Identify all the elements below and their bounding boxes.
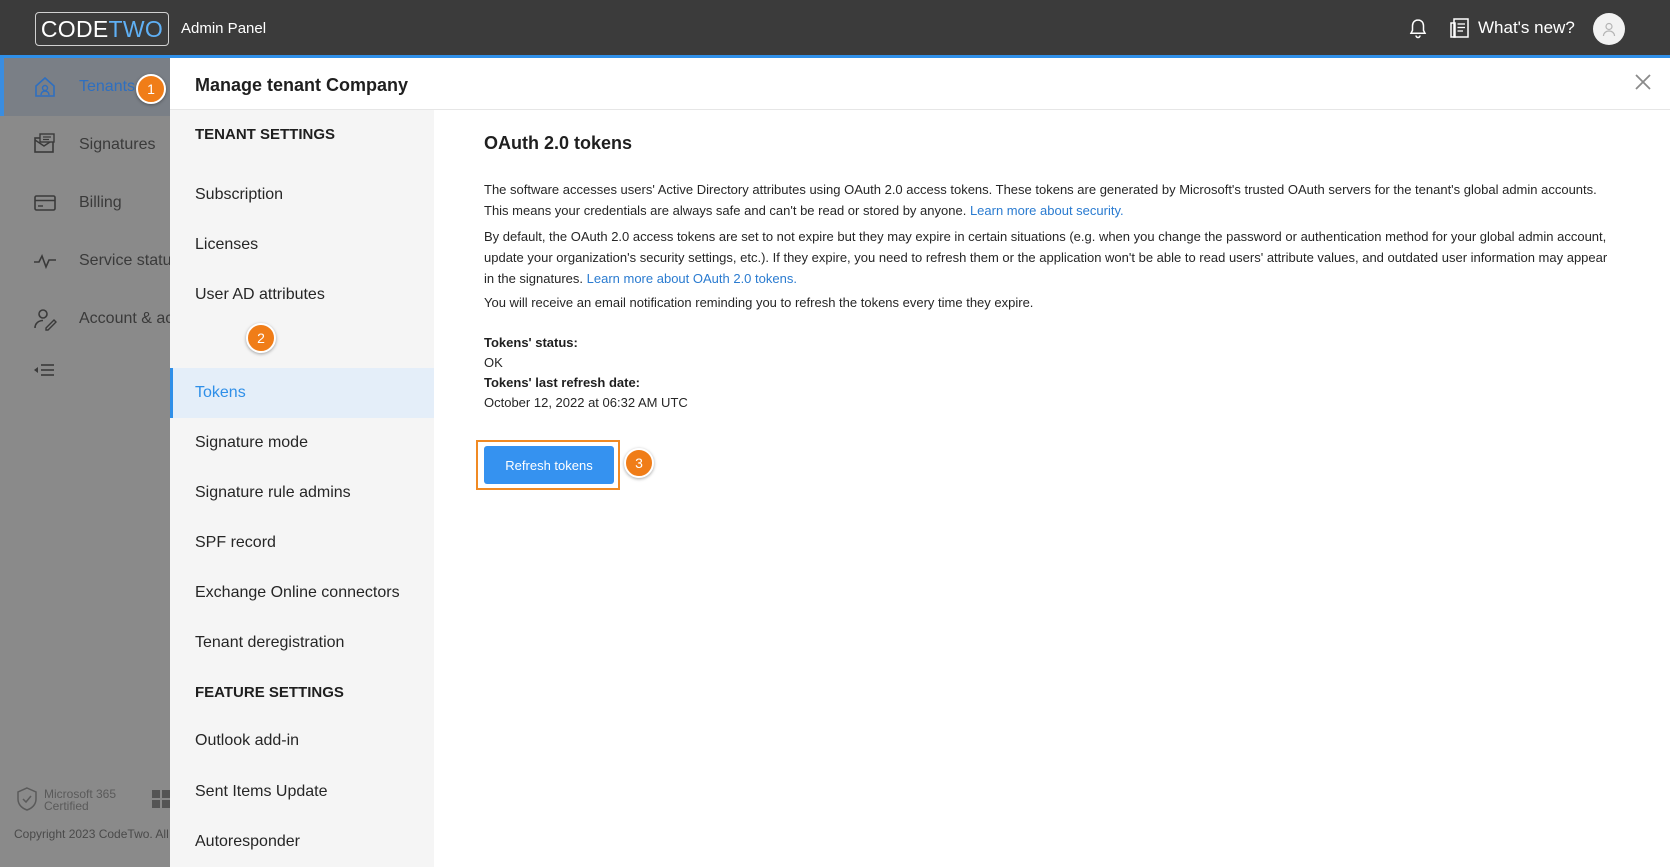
sidebar-item-label: Account & access bbox=[79, 310, 170, 327]
feature-settings-heading: FEATURE SETTINGS bbox=[195, 684, 344, 701]
refresh-tokens-button[interactable]: Refresh tokens bbox=[484, 446, 614, 484]
nav-item-subscription[interactable]: Subscription bbox=[170, 170, 434, 220]
nav-item-sent-items-update[interactable]: Sent Items Update bbox=[170, 767, 434, 817]
settings-nav: TENANT SETTINGS Subscription Licenses Us… bbox=[170, 110, 434, 867]
main-sidebar: Tenants Signatures Billing Service statu… bbox=[0, 58, 170, 867]
sidebar-item-label: Tenants bbox=[79, 78, 136, 95]
tenant-settings-heading: TENANT SETTINGS bbox=[195, 126, 336, 143]
pulse-icon bbox=[34, 253, 56, 270]
copyright-text: Copyright 2023 CodeTwo. All rights reser… bbox=[14, 827, 170, 841]
sidebar-item-signatures[interactable]: Signatures bbox=[0, 116, 170, 174]
bell-icon[interactable] bbox=[1406, 17, 1430, 41]
user-icon bbox=[1602, 22, 1616, 37]
billing-icon bbox=[34, 195, 56, 211]
collapse-menu-icon[interactable] bbox=[33, 361, 55, 379]
nav-item-signature-rule-admins[interactable]: Signature rule admins bbox=[170, 468, 434, 518]
last-refresh-label: Tokens' last refresh date: bbox=[484, 375, 641, 390]
nav-item-signature-mode[interactable]: Signature mode bbox=[170, 418, 434, 468]
security-paragraph: The software accesses users' Active Dire… bbox=[484, 179, 1614, 221]
nav-item-outlook-add-in[interactable]: Outlook add-in bbox=[170, 716, 434, 766]
signatures-icon bbox=[34, 133, 55, 153]
nav-item-label: Licenses bbox=[195, 236, 259, 253]
shield-icon bbox=[17, 787, 37, 811]
sidebar-item-label: Billing bbox=[79, 194, 122, 211]
top-bar: CODETWO Admin Panel What's new? bbox=[0, 0, 1670, 58]
nav-item-label: SPF record bbox=[195, 534, 276, 551]
nav-item-label: Sent Items Update bbox=[195, 783, 328, 800]
step-badge-1: 1 bbox=[136, 74, 166, 104]
oauth-tokens-content: OAuth 2.0 tokens The software accesses u… bbox=[434, 110, 1670, 867]
windows-logo-icon bbox=[152, 790, 170, 808]
panel-title: Manage tenant Company bbox=[195, 75, 409, 95]
home-icon bbox=[35, 76, 55, 97]
microsoft-365-certified-badge: Microsoft 365 Certified bbox=[16, 786, 170, 816]
tokens-status-label: Tokens' status: bbox=[484, 335, 578, 350]
ms-badge-line2: Certified bbox=[44, 799, 89, 813]
account-icon bbox=[34, 309, 57, 331]
nav-item-label: Signature mode bbox=[195, 434, 308, 451]
whats-new-icon[interactable] bbox=[1449, 17, 1471, 41]
nav-item-label: Tenant deregistration bbox=[195, 634, 345, 651]
learn-more-security-link[interactable]: Learn more about security. bbox=[970, 203, 1124, 218]
nav-item-spf-record[interactable]: SPF record bbox=[170, 518, 434, 568]
sidebar-item-billing[interactable]: Billing bbox=[0, 174, 170, 232]
manage-tenant-panel: Manage tenant Company TENANT SETTINGS Su… bbox=[170, 58, 1670, 867]
whats-new-link[interactable]: What's new? bbox=[1478, 18, 1575, 38]
last-refresh-value: October 12, 2022 at 06:32 AM UTC bbox=[484, 395, 688, 410]
app-title: Admin Panel bbox=[181, 20, 267, 37]
logo-code-text: CODE bbox=[40, 15, 109, 42]
nav-item-label: Autoresponder bbox=[195, 833, 300, 850]
sidebar-item-label: Signatures bbox=[79, 136, 156, 153]
nav-item-label: Signature rule admins bbox=[195, 484, 351, 501]
nav-item-autoresponder[interactable]: Autoresponder bbox=[170, 817, 434, 867]
learn-more-oauth-link[interactable]: Learn more about OAuth 2.0 tokens. bbox=[587, 271, 797, 286]
tokens-status-value: OK bbox=[484, 355, 503, 370]
nav-item-tokens[interactable]: Tokens bbox=[170, 368, 434, 418]
nav-item-user-ad-attributes[interactable]: User AD attributes bbox=[170, 270, 434, 320]
content-title: OAuth 2.0 tokens bbox=[484, 133, 633, 153]
nav-item-label: Exchange Online connectors bbox=[195, 584, 400, 601]
nav-item-label: Tokens bbox=[195, 384, 246, 401]
nav-item-tenant-deregistration[interactable]: Tenant deregistration bbox=[170, 618, 434, 668]
close-icon[interactable] bbox=[1632, 71, 1654, 93]
step-badge-2: 2 bbox=[246, 323, 276, 353]
nav-item-label: User AD attributes bbox=[195, 286, 325, 303]
logo-two-text: TWO bbox=[108, 15, 164, 42]
nav-item-label: Subscription bbox=[195, 186, 284, 203]
nav-item-licenses[interactable]: Licenses bbox=[170, 220, 434, 270]
sidebar-item-account[interactable]: Account & access bbox=[0, 290, 170, 348]
codetwo-logo[interactable]: CODETWO bbox=[35, 12, 169, 46]
expiry-paragraph: By default, the OAuth 2.0 access tokens … bbox=[484, 226, 1614, 289]
user-avatar[interactable] bbox=[1593, 13, 1625, 45]
nav-item-exchange-online-connectors[interactable]: Exchange Online connectors bbox=[170, 568, 434, 618]
notification-paragraph: You will receive an email notification r… bbox=[484, 295, 1034, 310]
sidebar-item-service-status[interactable]: Service status bbox=[0, 232, 170, 290]
nav-item-label: Outlook add-in bbox=[195, 732, 300, 749]
panel-header: Manage tenant Company bbox=[170, 58, 1670, 110]
step-badge-3: 3 bbox=[624, 448, 654, 478]
sidebar-item-label: Service status bbox=[79, 252, 170, 269]
